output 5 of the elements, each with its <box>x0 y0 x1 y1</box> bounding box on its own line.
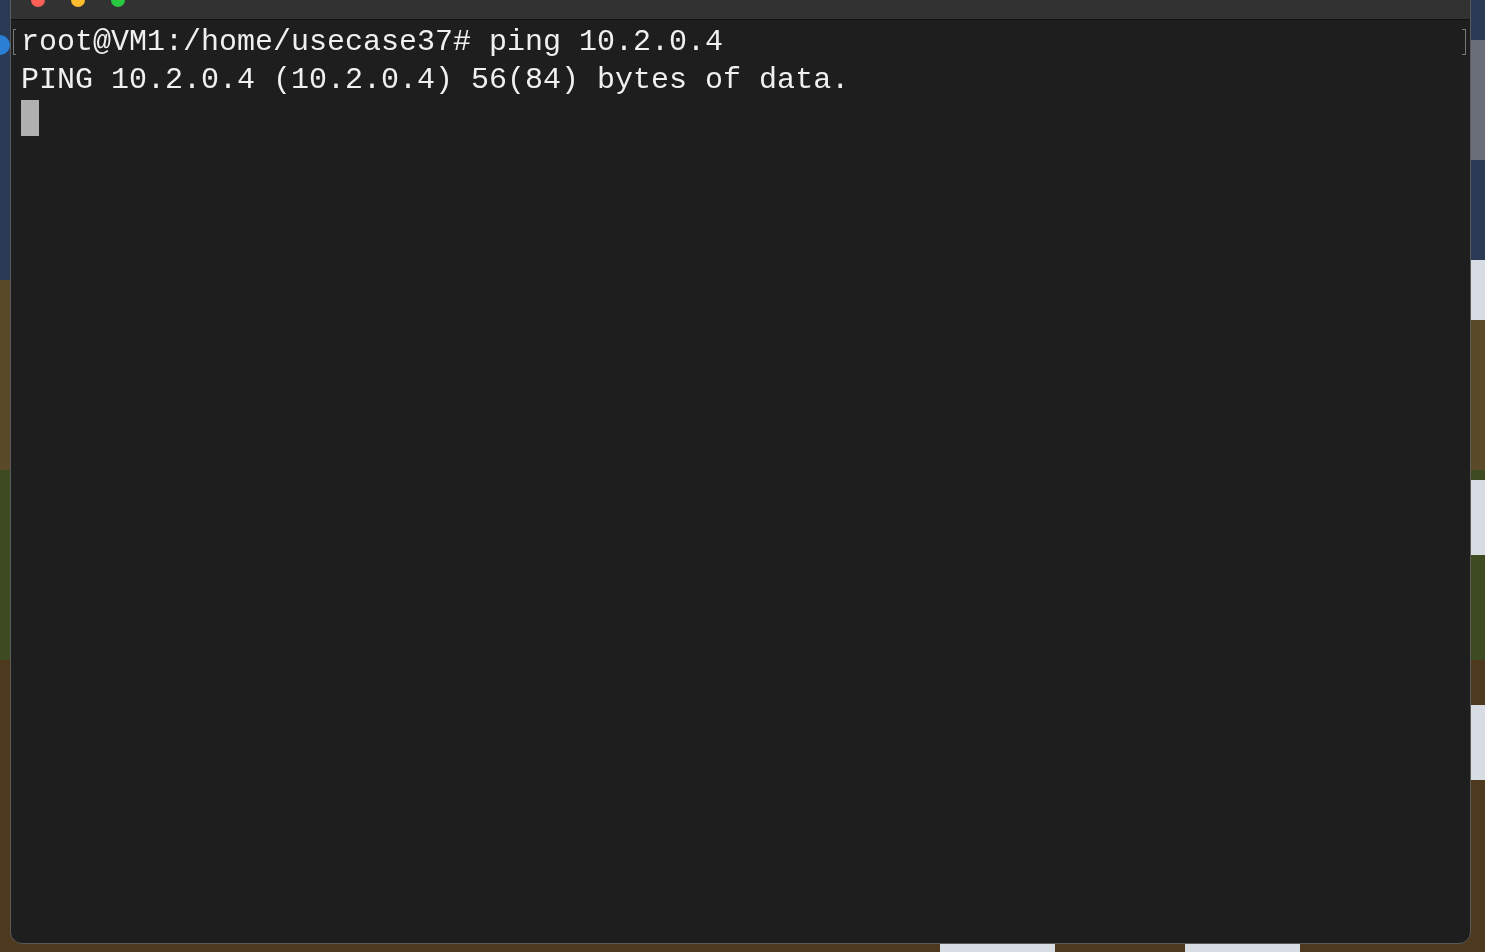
window-thumbnail[interactable] <box>940 944 1055 952</box>
terminal-line: root@VM1:/home/usecase37# ping 10.2.0.4 <box>21 24 724 61</box>
line-mark-icon <box>1462 29 1466 55</box>
terminal-line: PING 10.2.0.4 (10.2.0.4) 56(84) bytes of data. <box>21 62 850 99</box>
window-thumbnail[interactable] <box>1185 944 1300 952</box>
